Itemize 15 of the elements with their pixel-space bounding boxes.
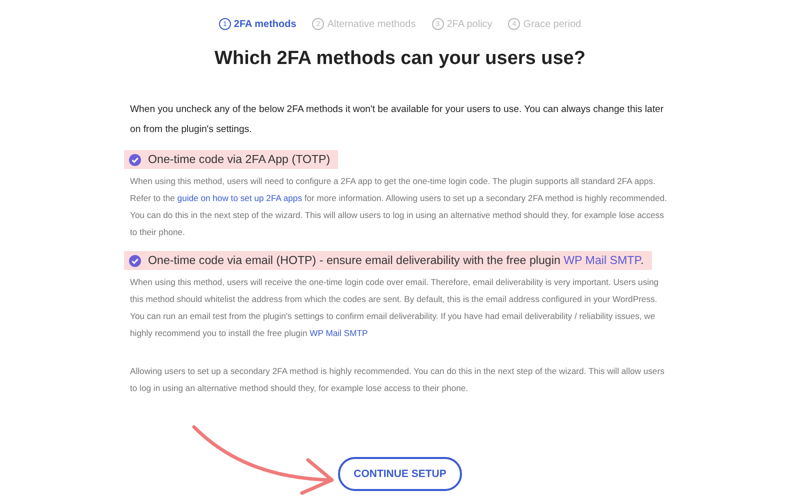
method-title: One-time code via 2FA App (TOTP) xyxy=(148,153,330,166)
continue-setup-button[interactable]: CONTINUE SETUP xyxy=(338,457,462,492)
method-title: One-time code via email (HOTP) - ensure email deliverability with the free plugin WP Mail SMTP. xyxy=(148,254,644,268)
text-link[interactable]: WP Mail SMTP xyxy=(310,328,368,338)
method-option[interactable]: One-time code via email (HOTP) - ensure email deliverability with the free plugin WP Mail SMTP. xyxy=(124,251,652,270)
intro-text: When you uncheck any of the below 2FA methods it won't be available for your users to use. You can always change this later on from the plugin's settings. xyxy=(130,103,665,137)
checkbox-icon[interactable] xyxy=(129,254,141,267)
checkbox-icon[interactable] xyxy=(129,154,141,166)
method-description: When using this method, users will receive the one-time login code over email. Therefore, email deliverability is very important. Users using this method should whitelist the address from which the codes are sent. By default, this is the email address configured in your WordPress. You can run an email test from the plugin's settings to confirm email deliverability. If you have had email deliverability / reliability issues, we highly recommend you to install the free plugin WP Mail SMTP xyxy=(130,276,660,340)
note-text: Allowing users to set up a secondary 2FA method is highly recommended. You can do this in the next step of the wizard. This will allow users to log in using an alternative method should they, for example lose access to their phone. xyxy=(130,364,666,395)
page-heading: Which 2FA methods can your users use? xyxy=(214,48,586,70)
text-link[interactable]: guide on how to set up 2FA apps xyxy=(177,192,302,203)
method-description: When using this method, users will need to configure a 2FA app to get the one-time login code. The plugin supports all standard 2FA apps. Refer to the guide on how to set up 2FA apps for more information. Allowing users to set up a secondary 2FA method is highly recommended. You can do this in the next step of the wizard. This will allow users to log in using an alternative method should they, for example lose access to their phone. xyxy=(130,174,668,240)
method-option[interactable]: One-time code via 2FA App (TOTP) xyxy=(124,150,338,169)
plugin-link[interactable]: WP Mail SMTP xyxy=(564,254,640,268)
